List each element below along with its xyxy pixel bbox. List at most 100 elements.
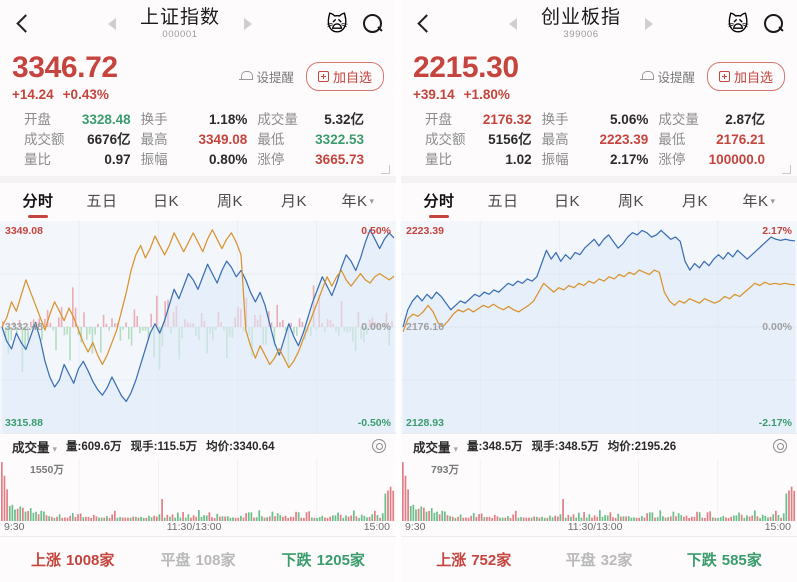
time-axis: 9:30 11:30/13:00 15:00 (0, 521, 396, 536)
stat-item: 成交量2.87亿 (658, 110, 775, 130)
quote-actions: 设提醒 加自选 (641, 52, 785, 91)
set-alert-label: 设提醒 (657, 67, 695, 86)
price-column: 3346.72 +14.24+0.43% (12, 52, 118, 102)
stat-item: 最高2223.39 (542, 130, 659, 150)
page-title: 上证指数 (140, 7, 220, 28)
tab-fenshi[interactable]: 分时 (6, 183, 70, 221)
chart-label-mid: 3332.48 (5, 321, 43, 333)
add-to-watchlist-button[interactable]: 加自选 (306, 62, 384, 91)
stat-value: 5.32亿 (324, 110, 364, 130)
stat-item: 换手1.18% (141, 110, 258, 130)
gear-icon[interactable] (372, 439, 386, 453)
tab-label: 月K (682, 193, 708, 210)
time-mid: 11:30/13:00 (568, 521, 623, 533)
unchanged-label: 平盘 (160, 552, 190, 569)
intraday-price-chart[interactable]: 3349.08 0.50% 3332.48 0.00% 3315.88 -0.5… (0, 221, 396, 433)
price-chart-svg (0, 221, 396, 433)
stat-key: 成交额 (24, 130, 65, 150)
unchanged-value: 32家 (601, 552, 633, 569)
stat-item: 量比0.97 (24, 150, 141, 170)
volume-chart-svg (401, 459, 797, 521)
stock-code: 000001 (140, 30, 220, 41)
price-row: 2215.30 +39.14+1.80% 设提醒 加自选 (413, 52, 785, 102)
price-column: 2215.30 +39.14+1.80% (413, 52, 519, 102)
price-chart-svg (401, 221, 797, 433)
tab-monthly-k[interactable]: 月K (262, 183, 326, 221)
volume-title[interactable]: 成交量▾ (413, 437, 458, 456)
stat-value: 3665.73 (315, 150, 364, 170)
stock-panel-chinext-index: 创业板指 399006 🙀 2215.30 +39.14+1.80% (401, 0, 797, 582)
chevron-down-icon: ▾ (770, 196, 775, 206)
stock-code: 399006 (541, 30, 621, 41)
chevron-left-icon[interactable] (12, 13, 34, 35)
panel-header: 上证指数 000001 🙀 (0, 0, 396, 48)
stat-key: 最低 (658, 130, 685, 150)
search-icon[interactable] (763, 13, 785, 35)
unchanged-count: 平盘108家 (160, 549, 235, 570)
stock-panel-shanghai-index: 上证指数 000001 🙀 3346.72 +14.24+0.43% (0, 0, 396, 582)
volume-title[interactable]: 成交量▾ (12, 437, 57, 456)
add-to-watchlist-button[interactable]: 加自选 (707, 62, 785, 91)
stats-grid: 开盘3328.48 换手1.18% 成交量5.32亿 成交额6676亿 最高33… (12, 110, 384, 176)
market-breadth-footer: 上涨1008家 平盘108家 下跌1205家 (0, 537, 396, 582)
volume-chart[interactable]: 793万 (401, 459, 797, 521)
stat-value: 2176.21 (716, 130, 765, 150)
declining-value: 1205家 (317, 552, 365, 569)
stat-key: 成交量 (658, 110, 699, 130)
volume-chart[interactable]: 1550万 (0, 459, 396, 521)
volume-current: 现手:348.5万 (532, 438, 599, 454)
stat-item: 成交额6676亿 (24, 130, 141, 150)
declining-count: 下跌585家 (687, 549, 762, 570)
declining-label: 下跌 (687, 552, 717, 569)
stat-key: 最高 (542, 130, 569, 150)
stat-value: 2176.32 (483, 110, 532, 130)
plus-box-icon (318, 71, 329, 82)
tab-label: 日K (153, 193, 179, 210)
triangle-right-icon[interactable] (244, 18, 252, 30)
triangle-left-icon[interactable] (108, 18, 116, 30)
title-navigation: 创业板指 399006 (435, 7, 727, 41)
set-alert-button[interactable]: 设提醒 (240, 67, 294, 86)
chart-label-pct-high: 0.50% (361, 225, 391, 237)
tab-yearly-k[interactable]: 年K▾ (326, 182, 390, 221)
triangle-left-icon[interactable] (509, 18, 517, 30)
add-to-watchlist-label: 加自选 (333, 67, 372, 86)
tab-weekly-k[interactable]: 周K (198, 183, 262, 221)
volume-max-label: 793万 (431, 462, 459, 477)
search-icon[interactable] (362, 13, 384, 35)
stat-value: 3328.48 (82, 110, 131, 130)
chevron-left-icon[interactable] (413, 13, 435, 35)
set-alert-button[interactable]: 设提醒 (641, 67, 695, 86)
time-start: 9:30 (405, 521, 425, 533)
gear-icon[interactable] (773, 439, 787, 453)
stat-value: 0.97 (104, 150, 130, 170)
tab-daily-k[interactable]: 日K (535, 183, 599, 221)
avatar-emoji-icon[interactable]: 🙀 (326, 14, 348, 35)
tab-weekly-k[interactable]: 周K (599, 183, 663, 221)
unchanged-label: 平盘 (566, 552, 596, 569)
avatar-emoji-icon[interactable]: 🙀 (727, 14, 749, 35)
resize-handle-icon[interactable] (782, 165, 791, 174)
chart-label-pct-mid: 0.00% (361, 321, 391, 333)
price-row: 3346.72 +14.24+0.43% 设提醒 加自选 (12, 52, 384, 102)
intraday-price-chart[interactable]: 2223.39 2.17% 2176.16 0.00% 2128.93 -2.1… (401, 221, 797, 433)
stat-key: 振幅 (141, 150, 168, 170)
triangle-right-icon[interactable] (645, 18, 653, 30)
tab-monthly-k[interactable]: 月K (663, 183, 727, 221)
tab-wuri[interactable]: 五日 (471, 183, 535, 221)
tab-label: 日K (554, 193, 580, 210)
unchanged-count: 平盘 32家 (566, 549, 633, 570)
advancing-value: 1008家 (66, 552, 114, 569)
set-alert-label: 设提醒 (256, 67, 294, 86)
stat-item: 开盘2176.32 (425, 110, 542, 130)
tab-fenshi[interactable]: 分时 (407, 183, 471, 221)
chevron-down-icon: ▾ (454, 444, 459, 454)
resize-handle-icon[interactable] (381, 165, 390, 174)
chart-label-low: 2128.93 (406, 417, 444, 429)
tab-daily-k[interactable]: 日K (134, 183, 198, 221)
stat-item: 开盘3328.48 (24, 110, 141, 130)
tab-wuri[interactable]: 五日 (70, 183, 134, 221)
stat-value: 3349.08 (199, 130, 248, 150)
panel-header: 创业板指 399006 🙀 (401, 0, 797, 48)
tab-yearly-k[interactable]: 年K▾ (727, 182, 791, 221)
